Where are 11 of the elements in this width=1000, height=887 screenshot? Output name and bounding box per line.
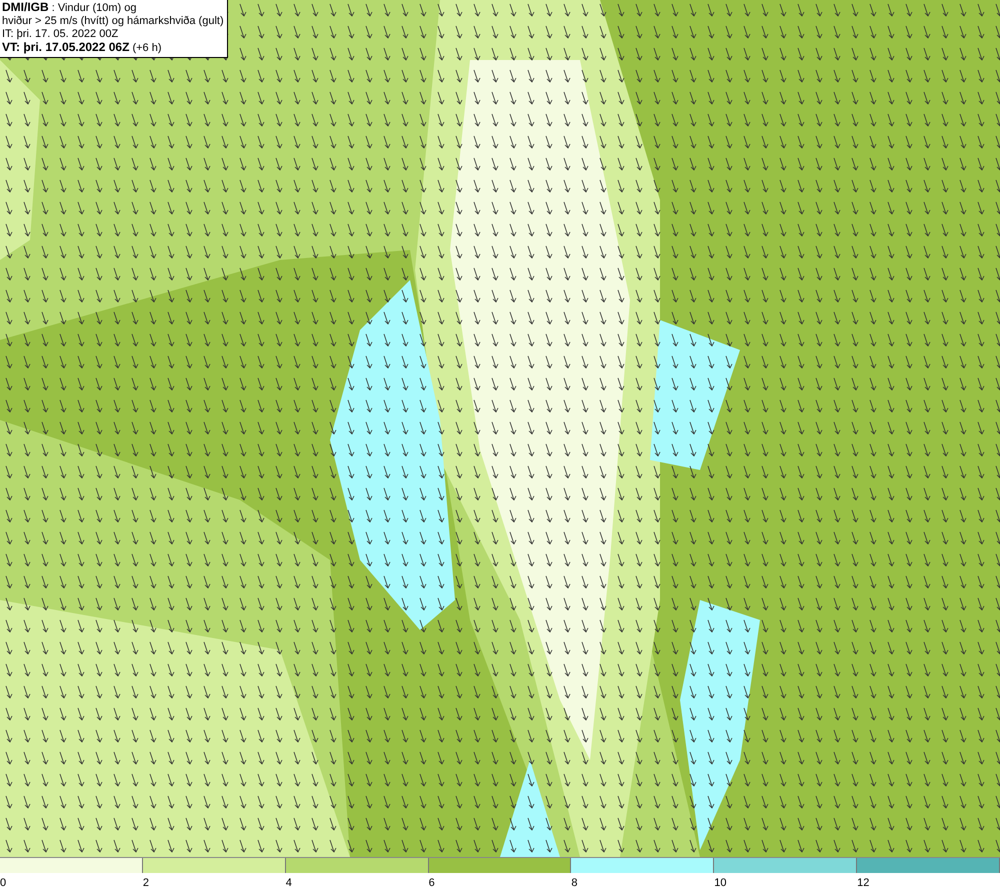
legend-tick-label: 8 xyxy=(571,877,578,887)
legend-tick-label: 4 xyxy=(286,877,292,887)
legend-tick-label: 12 xyxy=(857,877,870,887)
legend-tick-label: 6 xyxy=(428,877,435,887)
legend-tick-label: 10 xyxy=(714,877,727,887)
caption-line: hviður > 25 m/s (hvítt) og hámarkshviða (gult) xyxy=(2,15,224,28)
legend-tick-label: 2 xyxy=(142,877,149,887)
caption-line: VT: þri. 17.05.2022 06Z (+6 h) xyxy=(2,41,163,55)
caption-line: DMI/IGB : Vindur (10m) og xyxy=(2,1,138,15)
legend-tick-label: 0 xyxy=(0,877,6,887)
caption-line: IT: þri. 17. 05. 2022 00Z xyxy=(2,28,120,41)
